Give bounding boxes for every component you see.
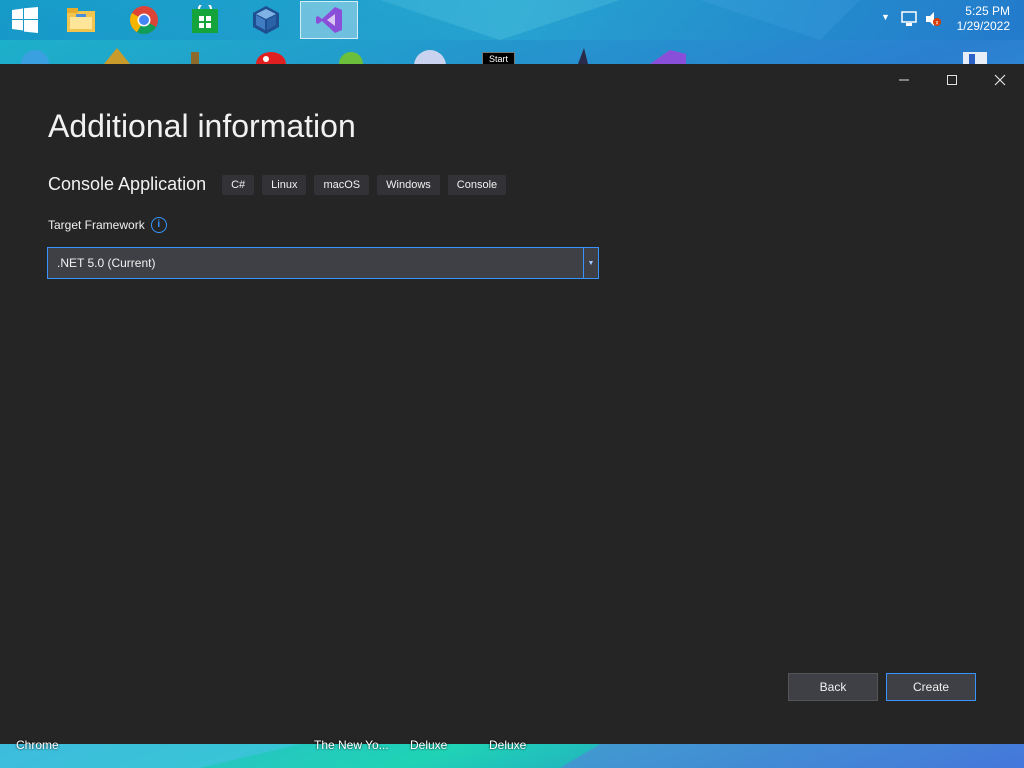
chrome-button[interactable] (116, 1, 172, 39)
tag-macos: macOS (314, 174, 370, 195)
info-icon[interactable]: i (150, 217, 167, 233)
window-controls (880, 64, 1024, 96)
create-button[interactable]: Create (886, 673, 976, 701)
shortcut-desktop-icon[interactable] (570, 46, 600, 64)
desktop-label-deluxe-2[interactable]: Deluxe (489, 738, 526, 752)
mushroom-desktop-icon[interactable] (254, 46, 288, 64)
tray-chevron-up-icon[interactable]: ▼ (881, 12, 890, 22)
folder-icon (67, 8, 95, 32)
network-icon[interactable] (900, 10, 918, 28)
visual-studio-button[interactable] (300, 1, 358, 39)
file-explorer-button[interactable] (53, 1, 109, 39)
virtualbox-button[interactable] (238, 1, 294, 39)
store-icon (192, 5, 218, 33)
trophy-desktop-icon[interactable] (185, 48, 205, 64)
clock[interactable]: 5:25 PM 1/29/2022 (957, 4, 1010, 34)
clock-date: 1/29/2022 (956, 19, 1010, 33)
clock-time: 5:25 PM (965, 4, 1010, 18)
minimize-button[interactable] (880, 64, 928, 96)
close-icon (994, 74, 1006, 86)
additional-information-dialog: Additional information Console Applicati… (0, 64, 1024, 744)
taskbar: ▼ x 5:25 PM 1/29/2022 (0, 0, 1024, 40)
game-desktop-icon[interactable] (100, 46, 134, 64)
windows-start-button[interactable] (0, 1, 53, 39)
page-title: Additional information (48, 108, 356, 144)
edge-desktop-icon[interactable] (18, 46, 52, 64)
app-desktop-icon[interactable] (334, 48, 368, 64)
maximize-icon (947, 75, 957, 85)
close-button[interactable] (976, 64, 1024, 96)
maximize-button[interactable] (928, 64, 976, 96)
svg-text:x: x (936, 21, 939, 27)
desktop-label-deluxe-1[interactable]: Deluxe (410, 738, 447, 752)
tag-csharp: C# (222, 174, 255, 195)
recycle-desktop-icon[interactable] (955, 48, 995, 64)
template-summary: Console Application C# Linux macOS Windo… (48, 174, 514, 195)
windows-logo-icon (12, 7, 38, 33)
target-framework-label-row: Target Framework i (48, 217, 167, 233)
virtualbox-icon (253, 6, 279, 34)
visual-studio-icon (316, 7, 342, 33)
minimize-icon (899, 79, 909, 81)
disc-desktop-icon[interactable] (410, 46, 450, 64)
speaker-muted-icon[interactable]: x (924, 10, 942, 28)
target-framework-value: .NET 5.0 (Current) (57, 256, 156, 270)
desktop-label-chrome[interactable]: Chrome (16, 738, 59, 752)
system-tray: ▼ x 5:25 PM 1/29/2022 (864, 0, 1024, 40)
desktop-label-nyt[interactable]: The New Yo... (314, 738, 389, 752)
tag-linux: Linux (262, 174, 307, 195)
template-name: Console Application (48, 174, 207, 194)
chrome-icon (130, 6, 158, 34)
target-framework-select[interactable]: .NET 5.0 (Current) ▼ (47, 247, 599, 279)
vs-desktop-icon[interactable] (640, 46, 690, 64)
tag-console: Console (447, 174, 507, 195)
target-framework-label: Target Framework (48, 218, 145, 232)
store-button[interactable] (177, 1, 233, 39)
back-button[interactable]: Back (788, 673, 878, 701)
chevron-down-icon[interactable]: ▼ (583, 248, 598, 278)
tag-windows: Windows (377, 174, 440, 195)
desktop-labels-row: Chrome The New Yo... Deluxe Deluxe (0, 738, 1024, 768)
